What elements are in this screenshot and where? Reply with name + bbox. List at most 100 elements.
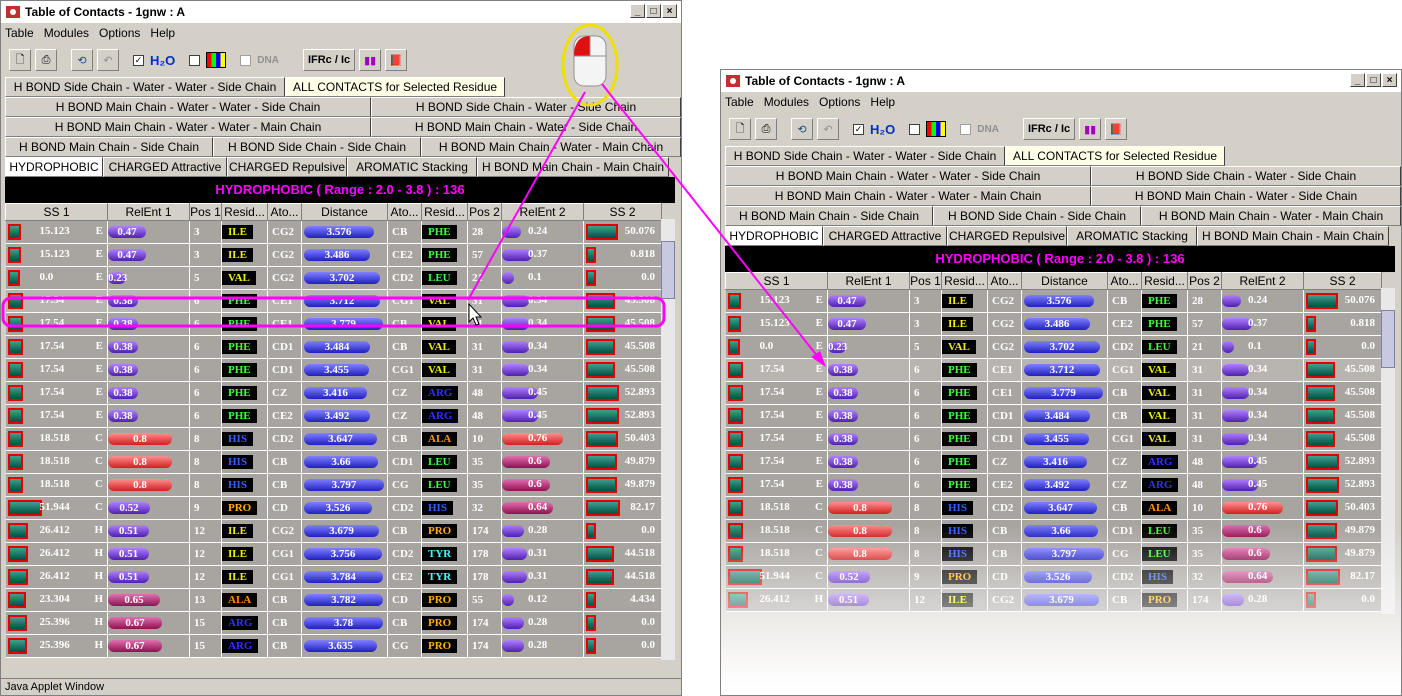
book-button[interactable]: 📕 [1105,118,1128,140]
column-header[interactable]: RelEnt 2 [501,203,584,221]
column-header[interactable]: SS 1 [5,203,108,221]
tab-h-bond-main-chain-water-water-side-chain[interactable]: H BOND Main Chain - Water - Water - Side… [5,97,371,117]
new-file-button[interactable]: 🗋 [729,118,751,140]
table-row[interactable]: 0.0 E 0.23 5 VAL CG2 3.702 CD2 LEU 21 0.1 0.0 [5,266,662,290]
table-row[interactable]: 26.412 H 0.51 12 ILE CG1 3.784 CE2 TYR 178 0.31 44.… [5,565,662,589]
table-row[interactable]: 15.123 E 0.47 3 ILE CG2 3.486 CE2 PHE 57 0.37 0.818 [5,243,662,267]
tab-h-bond-side-chain-water-water-side-chain[interactable]: H BOND Side Chain - Water - Water - Side… [5,77,285,97]
chart-button[interactable]: ▮▮ [1079,118,1102,140]
menu-options[interactable]: Options [819,95,860,109]
tab-h-bond-main-chain-water-water-main-chain[interactable]: H BOND Main Chain - Water - Water - Main… [5,117,371,137]
table-row[interactable]: 17.54 E 0.38 6 PHE CE1 3.712 CG1 VAL 31 0.34 45.508 [725,358,1382,382]
tab-aromatic-stacking[interactable]: AROMATIC Stacking [1067,226,1197,246]
tab-charged-repulsive[interactable]: CHARGED Repulsive [227,157,347,177]
table-row[interactable]: 15.123 E 0.47 3 ILE CG2 3.576 CB PHE 28 0.24 50.076 [725,289,1382,313]
water-checkbox[interactable]: ✓ [853,123,864,135]
column-header[interactable]: Ato... [987,272,1022,290]
tab-charged-attractive[interactable]: CHARGED Attractive [823,226,947,246]
tab-h-bond-main-chain-water-water-side-chain[interactable]: H BOND Main Chain - Water - Water - Side… [725,166,1091,186]
minimize-button[interactable]: _ [1350,73,1365,87]
column-header[interactable]: Distance [301,203,388,221]
column-header[interactable]: Pos 1 [189,203,222,221]
column-header[interactable]: RelEnt 1 [107,203,190,221]
table-row[interactable]: 18.518 C 0.8 8 HIS CB 3.797 CG LEU 35 0.6 49.879 [725,542,1382,566]
table-row[interactable]: 17.54 E 0.38 6 PHE CZ 3.416 CZ ARG 48 0.45 52.893 [725,450,1382,474]
table-row[interactable]: 17.54 E 0.38 6 PHE CE1 3.712 CG1 VAL 31 0.34 45.508 [5,289,662,313]
scroll-thumb[interactable] [661,241,675,299]
column-header[interactable]: Resid... [221,203,268,221]
close-button[interactable]: × [662,4,677,18]
table-row[interactable]: 25.396 H 0.67 15 ARG CB 3.78 CB PRO 174 0.28 0.0 [5,611,662,635]
maximize-button[interactable]: □ [1366,73,1381,87]
column-header[interactable]: SS 2 [583,203,662,221]
table-row[interactable]: 17.54 E 0.38 6 PHE CZ 3.416 CZ ARG 48 0.45 52.893 [5,381,662,405]
tab-all-contacts-for-selected-residue[interactable]: ALL CONTACTS for Selected Residue [1005,146,1225,166]
table-row[interactable]: 51.944 C 0.52 9 PRO CD 3.526 CD2 HIS 32 0.64 82.17 [725,565,1382,589]
print-button[interactable]: ⎙ [35,49,57,71]
scroll-thumb[interactable] [1381,310,1395,368]
column-header[interactable]: RelEnt 1 [827,272,910,290]
table-row[interactable]: 26.412 H 0.51 12 ILE CG2 3.679 CB PRO 174 0.28 0.0 [5,519,662,543]
chart-button[interactable]: ▮▮ [359,49,382,71]
tab-h-bond-main-chain-main-chain[interactable]: H BOND Main Chain - Main Chain [1197,226,1389,246]
tab-hydrophobic[interactable]: HYDROPHOBIC [5,157,103,177]
tab-h-bond-main-chain-water-water-main-chain[interactable]: H BOND Main Chain - Water - Water - Main… [725,186,1091,206]
tab-charged-attractive[interactable]: CHARGED Attractive [103,157,227,177]
tab-h-bond-main-chain-water-side-chain[interactable]: H BOND Main Chain - Water - Side Chain [371,117,681,137]
table-row[interactable]: 17.54 E 0.38 6 PHE CE1 3.779 CB VAL 31 0.34 45.508 [5,312,662,336]
dna-checkbox[interactable] [240,54,252,66]
menu-options[interactable]: Options [99,26,140,40]
menu-help[interactable]: Help [870,95,895,109]
new-file-button[interactable]: 🗋 [9,49,31,71]
rotate-button[interactable]: ⟲ [791,118,813,140]
table-row[interactable]: 17.54 E 0.38 6 PHE CE1 3.779 CB VAL 31 0.34 45.508 [725,381,1382,405]
color-checkbox[interactable] [909,123,921,135]
table-row[interactable]: 23.304 H 0.65 13 ALA CB 3.782 CD PRO 55 0.12 4.434 [5,588,662,612]
tab-h-bond-main-chain-side-chain[interactable]: H BOND Main Chain - Side Chain [725,206,933,226]
column-header[interactable]: Pos 2 [1187,272,1222,290]
undo-button[interactable]: ↶ [817,118,839,140]
tab-h-bond-main-chain-water-main-chain[interactable]: H BOND Main Chain - Water - Main Chain [421,137,681,157]
undo-button[interactable]: ↶ [97,49,119,71]
table-row[interactable]: 0.0 E 0.23 5 VAL CG2 3.702 CD2 LEU 21 0.1 0.0 [725,335,1382,359]
menu-modules[interactable]: Modules [764,95,809,109]
table-row[interactable]: 18.518 C 0.8 8 HIS CD2 3.647 CB ALA 10 0.76 50.403 [725,496,1382,520]
menu-help[interactable]: Help [150,26,175,40]
tab-h-bond-main-chain-side-chain[interactable]: H BOND Main Chain - Side Chain [5,137,213,157]
table-row[interactable]: 17.54 E 0.38 6 PHE CE2 3.492 CZ ARG 48 0.45 52.893 [5,404,662,428]
tab-all-contacts-for-selected-residue[interactable]: ALL CONTACTS for Selected Residue [285,77,505,97]
column-header[interactable]: Ato... [267,203,302,221]
tab-hydrophobic[interactable]: HYDROPHOBIC [725,226,823,246]
tab-h-bond-side-chain-side-chain[interactable]: H BOND Side Chain - Side Chain [213,137,421,157]
minimize-button[interactable]: _ [630,4,645,18]
ifrc-button[interactable]: IFRc / Ic [1022,118,1076,140]
ifrc-button[interactable]: IFRc / Ic [302,49,356,71]
tab-aromatic-stacking[interactable]: AROMATIC Stacking [347,157,477,177]
tab-h-bond-side-chain-water-water-side-chain[interactable]: H BOND Side Chain - Water - Water - Side… [725,146,1005,166]
print-button[interactable]: ⎙ [755,118,777,140]
tab-h-bond-side-chain-side-chain[interactable]: H BOND Side Chain - Side Chain [933,206,1141,226]
table-row[interactable]: 15.123 E 0.47 3 ILE CG2 3.576 CB PHE 28 0.24 50.076 [5,220,662,244]
menu-modules[interactable]: Modules [44,26,89,40]
table-row[interactable]: 26.412 H 0.51 12 ILE CG1 3.756 CD2 TYR 178 0.31 44.… [5,542,662,566]
table-row[interactable]: 17.54 E 0.38 6 PHE CD1 3.484 CB VAL 31 0.34 45.508 [5,335,662,359]
menu-table[interactable]: Table [725,95,754,109]
table-row[interactable]: 26.412 H 0.51 12 ILE CG2 3.679 CB PRO 174 0.28 0.0 [725,588,1382,612]
tab-h-bond-main-chain-water-main-chain[interactable]: H BOND Main Chain - Water - Main Chain [1141,206,1401,226]
tab-h-bond-side-chain-water-side-chain[interactable]: H BOND Side Chain - Water - Side Chain [371,97,681,117]
table-row[interactable]: 18.518 C 0.8 8 HIS CB 3.66 CD1 LEU 35 0.6 49.879 [725,519,1382,543]
tab-h-bond-side-chain-water-side-chain[interactable]: H BOND Side Chain - Water - Side Chain [1091,166,1401,186]
table-row[interactable]: 18.518 C 0.8 8 HIS CD2 3.647 CB ALA 10 0.76 50.403 [5,427,662,451]
water-checkbox[interactable]: ✓ [133,54,144,66]
rotate-button[interactable]: ⟲ [71,49,93,71]
column-header[interactable]: Resid... [1141,272,1188,290]
table-row[interactable]: 51.944 C 0.52 9 PRO CD 3.526 CD2 HIS 32 0.64 82.17 [5,496,662,520]
table-row[interactable]: 17.54 E 0.38 6 PHE CE2 3.492 CZ ARG 48 0.45 52.893 [725,473,1382,497]
table-row[interactable]: 17.54 E 0.38 6 PHE CD1 3.455 CG1 VAL 31 0.34 45.508 [5,358,662,382]
table-row[interactable]: 18.518 C 0.8 8 HIS CB 3.66 CD1 LEU 35 0.6 49.879 [5,450,662,474]
column-header[interactable]: Distance [1021,272,1108,290]
column-header[interactable]: SS 2 [1303,272,1382,290]
column-header[interactable]: Ato... [387,203,422,221]
column-header[interactable]: Pos 2 [467,203,502,221]
dna-checkbox[interactable] [960,123,972,135]
